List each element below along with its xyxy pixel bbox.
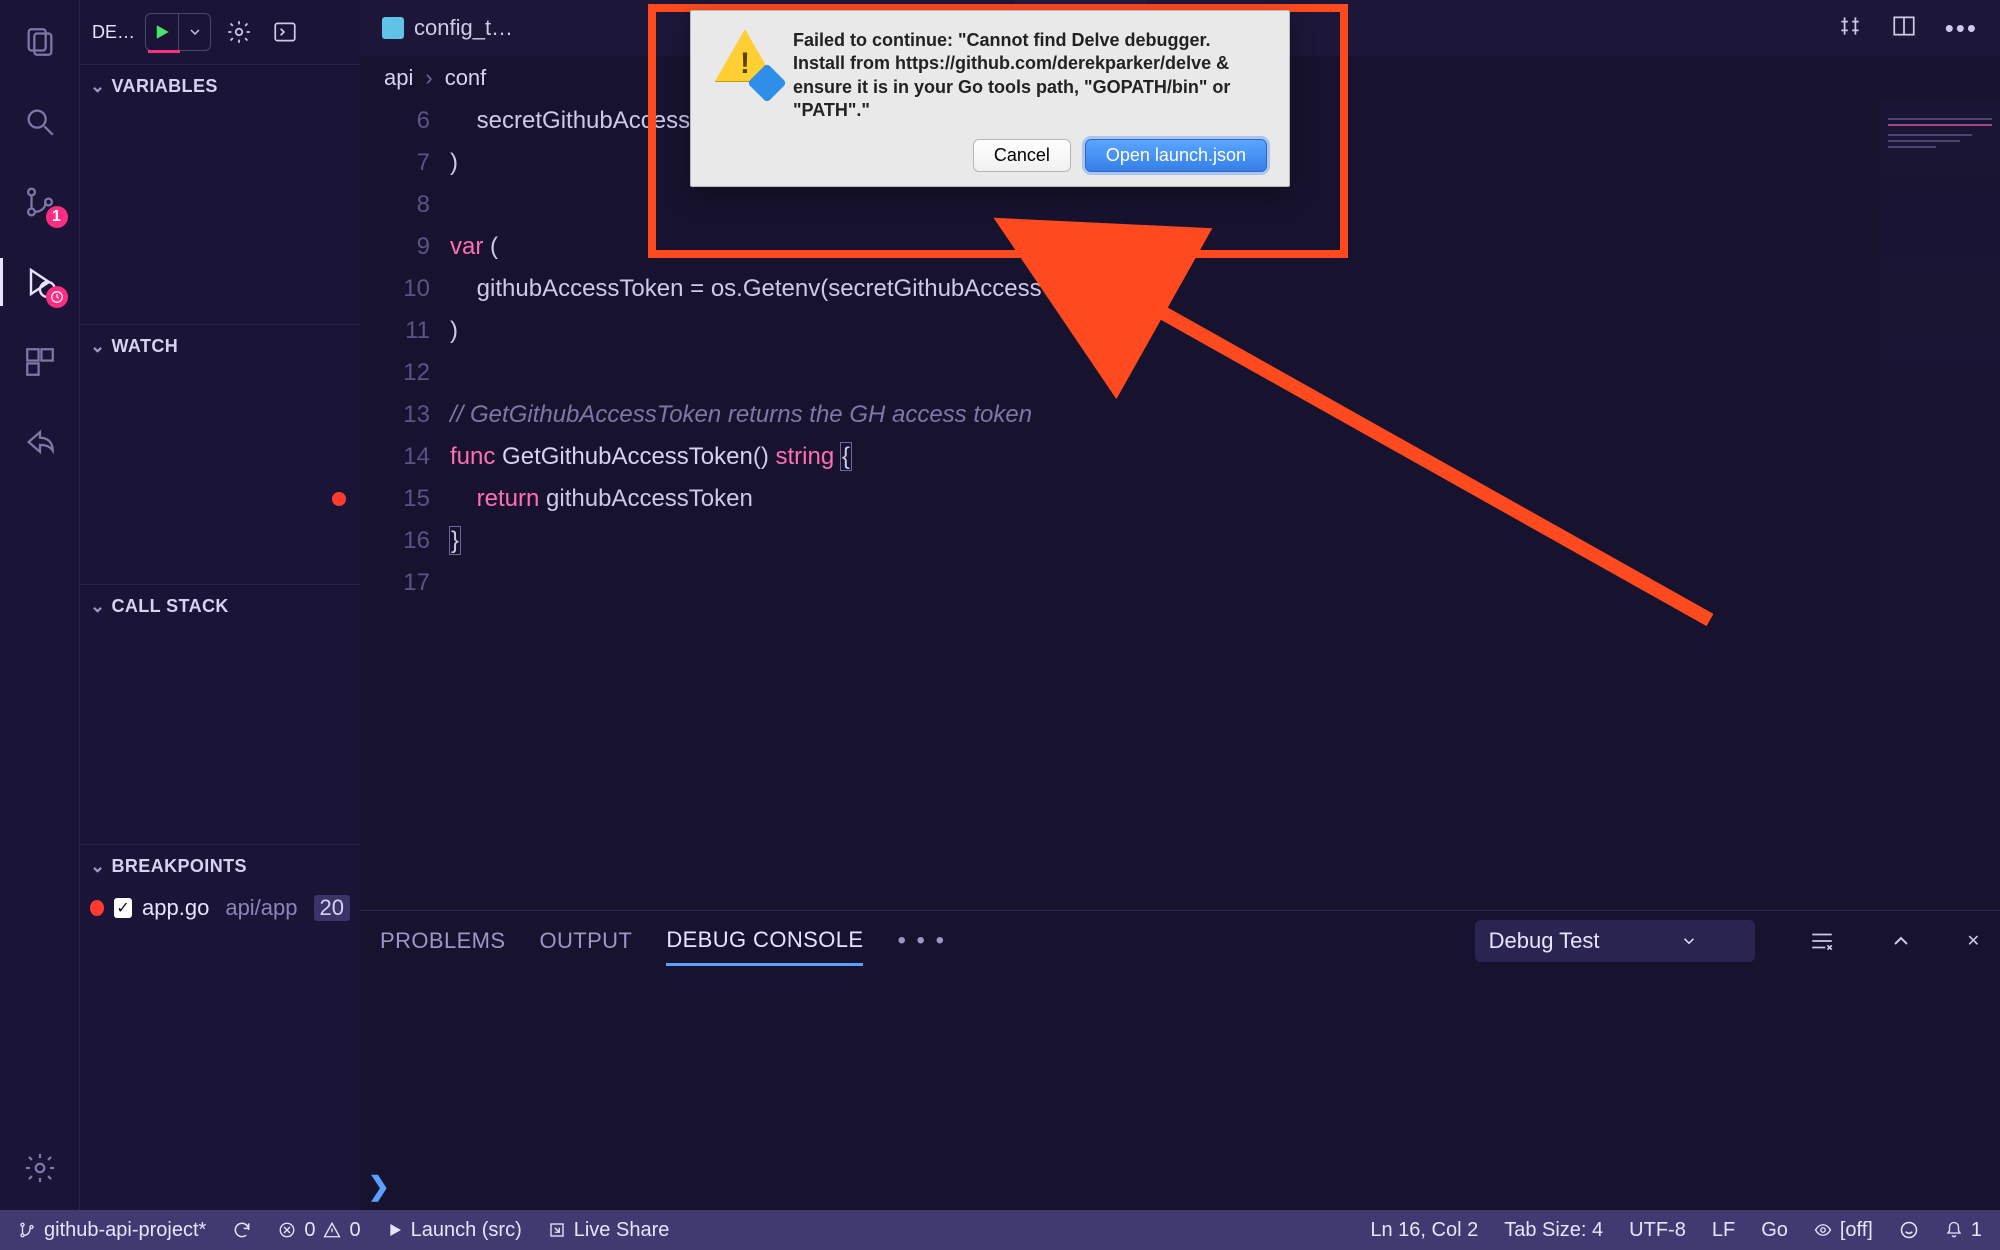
code-editor[interactable]: 67891011121314151617 secretGithubAccessT… [360,100,2000,910]
debug-header: DE… [80,0,360,64]
panel-more-icon[interactable]: • • • [897,927,946,955]
liveshare-icon[interactable] [18,420,62,464]
cancel-button[interactable]: Cancel [973,139,1071,172]
variables-body [80,108,360,324]
debug-settings-icon[interactable] [221,14,257,50]
more-icon[interactable]: ••• [1945,13,1978,44]
compare-icon[interactable] [1837,13,1863,44]
status-launch[interactable]: Launch (src) [387,1219,522,1242]
status-errors[interactable]: 0 0 [278,1219,360,1242]
status-sync-icon[interactable] [232,1220,252,1240]
open-launch-json-button[interactable]: Open launch.json [1085,139,1267,172]
debug-start-group [145,13,211,51]
explorer-icon[interactable] [18,20,62,64]
settings-gear-icon[interactable] [18,1146,62,1190]
search-icon[interactable] [18,100,62,144]
extensions-icon[interactable] [18,340,62,384]
run-debug-icon[interactable] [18,260,62,304]
scm-badge: 1 [46,206,68,228]
status-feedback-icon[interactable] [1899,1220,1919,1240]
status-notifications[interactable]: 1 [1945,1219,1982,1242]
status-bar: github-api-project* 0 0 Launch (src) Liv… [0,1210,2000,1250]
minimap[interactable] [1880,100,2000,910]
breakpoint-checkbox[interactable]: ✓ [114,898,132,918]
bottom-panel: PROBLEMS OUTPUT DEBUG CONSOLE • • • Debu… [360,910,2000,1210]
callstack-body [80,628,360,844]
section-watch[interactable]: ⌄ WATCH [80,324,360,368]
debug-config-dropdown[interactable] [178,14,210,50]
status-language[interactable]: Go [1761,1219,1788,1242]
status-liveshare[interactable]: Live Share [548,1219,670,1242]
code-lines[interactable]: secretGithubAccessToken = "SECRET_GITHUB… [450,100,2000,910]
chevron-down-icon: ⌄ [90,596,105,617]
tab-problems[interactable]: PROBLEMS [380,918,505,964]
section-variables[interactable]: ⌄ VARIABLES [80,64,360,108]
chevron-down-icon: ⌄ [90,856,105,877]
clear-console-icon[interactable] [1809,928,1835,954]
go-file-icon [382,17,404,39]
watch-body [80,368,360,584]
dialog-message: Failed to continue: "Cannot find Delve d… [793,29,1267,123]
debug-console-toggle-icon[interactable] [267,14,303,50]
status-eol[interactable]: LF [1712,1219,1735,1242]
section-breakpoints[interactable]: ⌄ BREAKPOINTS [80,844,360,888]
debug-start-button[interactable] [146,14,178,50]
activity-bar: 1 [0,0,80,1210]
panel-tabs: PROBLEMS OUTPUT DEBUG CONSOLE • • • Debu… [360,911,2000,971]
breakpoint-file[interactable]: app.go [142,895,209,921]
status-analysis[interactable]: [off] [1814,1219,1873,1242]
error-dialog: Failed to continue: "Cannot find Delve d… [690,10,1290,187]
warning-icon [713,29,777,93]
breakpoint-dot-icon [90,900,104,916]
tab-debug-console[interactable]: DEBUG CONSOLE [666,917,863,966]
panel-close-icon[interactable]: ✕ [1967,931,1980,951]
debug-config-name[interactable]: DE… [92,22,135,43]
chevron-down-icon: ⌄ [90,76,105,97]
breakpoints-body: ✓ app.go api/app 20 [80,888,360,928]
status-encoding[interactable]: UTF-8 [1629,1219,1686,1242]
debug-session-select[interactable]: Debug Test [1475,920,1755,962]
breakpoint-path: api/app [225,895,297,921]
chevron-down-icon: ⌄ [90,336,105,357]
section-call-stack[interactable]: ⌄ CALL STACK [80,584,360,628]
status-tabsize[interactable]: Tab Size: 4 [1504,1219,1603,1242]
debug-sidebar: DE… ⌄ VARIABLES ⌄ WATCH ⌄ CALL STACK ⌄ B… [80,0,360,1210]
gutter[interactable]: 67891011121314151617 [360,100,450,910]
status-cursor[interactable]: Ln 16, Col 2 [1370,1219,1478,1242]
panel-collapse-icon[interactable] [1889,929,1913,953]
console-prompt[interactable]: ❯ [368,1171,390,1202]
breakpoint-line: 20 [314,895,350,921]
tab-config-t[interactable]: config_t… [360,0,535,56]
status-branch[interactable]: github-api-project* [18,1219,206,1242]
tab-output[interactable]: OUTPUT [539,918,632,964]
source-control-icon[interactable]: 1 [18,180,62,224]
split-editor-icon[interactable] [1891,13,1917,44]
debug-clock-icon [46,286,68,308]
